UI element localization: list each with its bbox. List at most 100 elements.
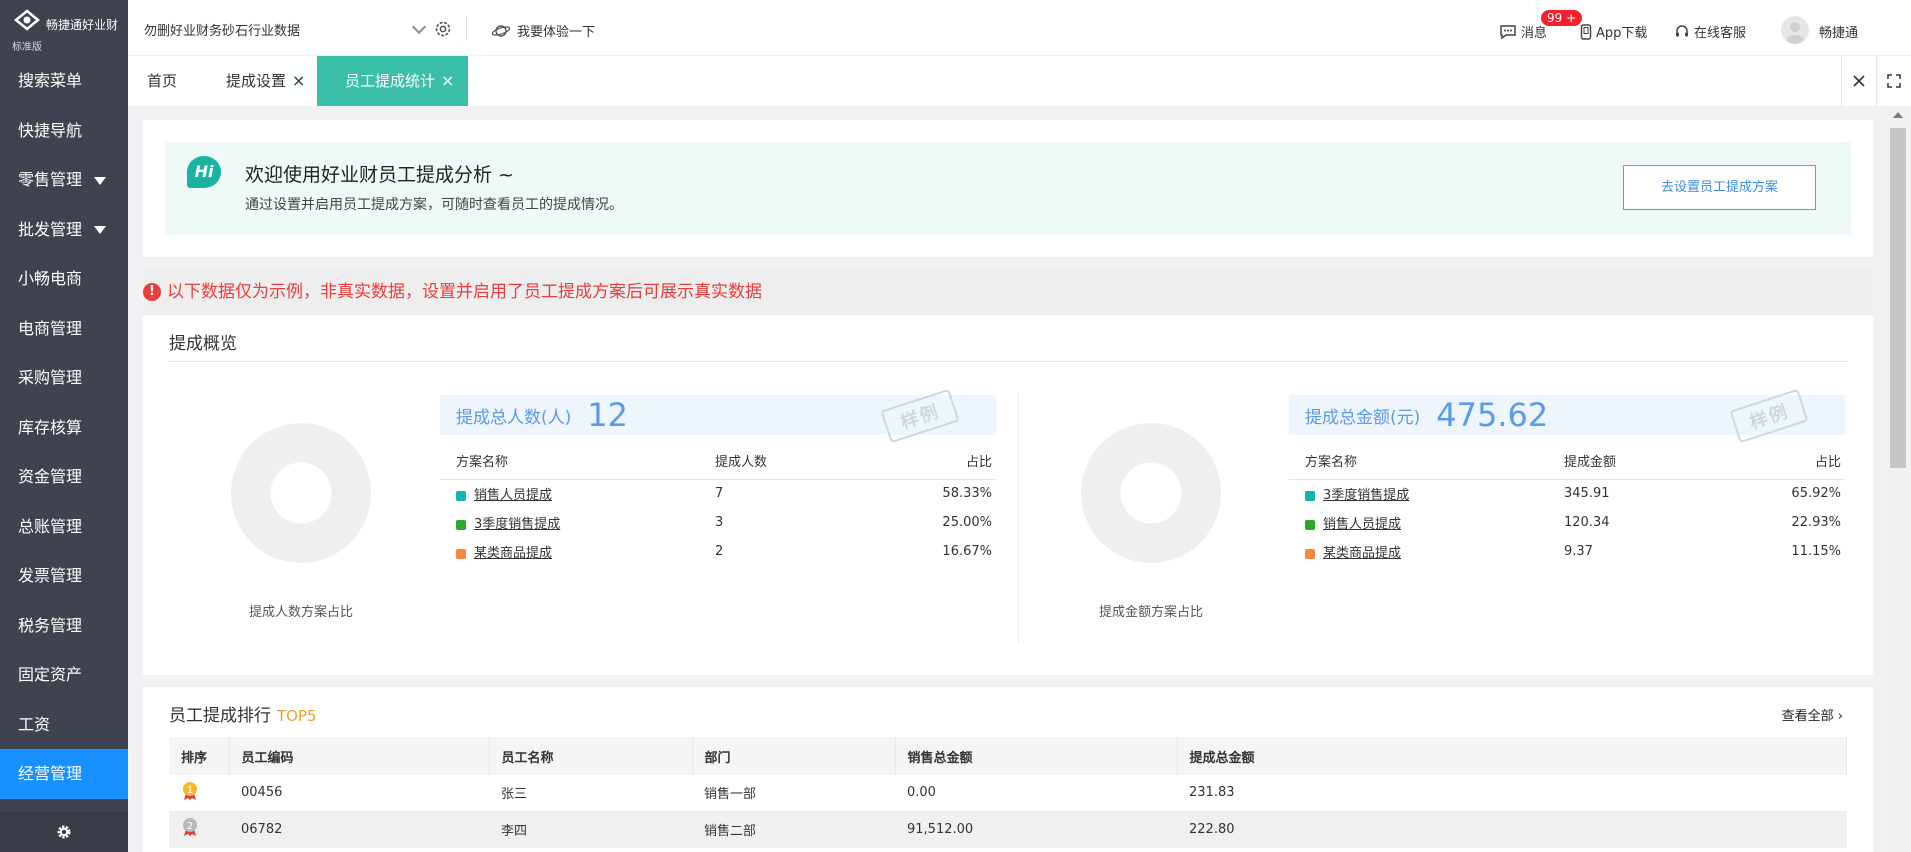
- avatar[interactable]: [1781, 16, 1809, 44]
- menu-item-xiaochang-ecommerce[interactable]: 小畅电商: [0, 254, 128, 304]
- plan-ratio: 16.67%: [942, 544, 992, 559]
- menu-item-salary[interactable]: 工资: [0, 700, 128, 750]
- fullscreen-icon: [1887, 74, 1901, 88]
- commission-total: 231.83: [1177, 775, 1847, 812]
- planet-icon: [491, 24, 511, 37]
- plan-link[interactable]: 销售人员提成: [474, 488, 552, 503]
- menu-item-operations[interactable]: 经营管理: [0, 749, 128, 799]
- messages-button[interactable]: 消息: [1499, 22, 1547, 41]
- main-menu: 搜索菜单 快捷导航 零售管理 批发管理 小畅电商 电商管理 采购管理 库存核算 …: [0, 56, 128, 799]
- tab-label: 员工提成统计: [345, 72, 436, 90]
- plan-amount: 345.91: [1564, 486, 1610, 502]
- plan-link[interactable]: 销售人员提成: [1323, 517, 1401, 532]
- gold-medal-icon: 1: [181, 781, 199, 801]
- menu-item-inventory[interactable]: 库存核算: [0, 403, 128, 453]
- menu-item-invoice[interactable]: 发票管理: [0, 551, 128, 601]
- menu-item-retail[interactable]: 零售管理: [0, 155, 128, 205]
- sales-total: 91,512.00: [895, 811, 1177, 848]
- online-service-label: 在线客服: [1694, 26, 1747, 41]
- chevron-right-icon: ›: [1837, 709, 1843, 724]
- plan-count: 7: [715, 486, 724, 502]
- app-download-label: App下载: [1596, 26, 1648, 41]
- commission-total: 222.80: [1177, 811, 1847, 848]
- amount-panel: 提成总金额(元) 475.62 样例 方案名称 提成金额 占比 3季度销售提成 …: [1289, 388, 1845, 566]
- amount-plan-table: 方案名称 提成金额 占比 3季度销售提成 345.91 65.92% 销售人员提…: [1289, 443, 1845, 566]
- gear-icon[interactable]: [434, 20, 452, 38]
- menu-item-ecommerce[interactable]: 电商管理: [0, 304, 128, 354]
- table-row: 某类商品提成 9.37 11.15%: [1289, 537, 1845, 566]
- page-scrollbar[interactable]: [1885, 106, 1911, 852]
- setup-commission-plan-button[interactable]: 去设置员工提成方案: [1623, 165, 1816, 210]
- try-demo-link[interactable]: 我要体验一下: [491, 21, 595, 40]
- caret-down-icon: [94, 176, 107, 185]
- total-people-label: 提成总人数(人): [456, 407, 572, 428]
- tab-tools: [1841, 56, 1911, 106]
- table-header-row: 方案名称 提成金额 占比: [1289, 443, 1845, 480]
- menu-item-purchase[interactable]: 采购管理: [0, 353, 128, 403]
- column-header: 占比: [1702, 443, 1845, 480]
- plan-link[interactable]: 3季度销售提成: [1323, 488, 1409, 503]
- legend-swatch: [456, 490, 466, 501]
- people-panel: 提成总人数(人) 12 样例 方案名称 提成人数 占比 销售人员提成 7 58.…: [440, 388, 996, 566]
- menu-item-funds[interactable]: 资金管理: [0, 452, 128, 502]
- department: 销售二部: [692, 811, 895, 848]
- menu-item-tax[interactable]: 税务管理: [0, 601, 128, 651]
- logo[interactable]: 畅捷通好业财 标准版: [0, 0, 128, 56]
- online-service-button[interactable]: 在线客服: [1674, 22, 1746, 41]
- plan-amount: 9.37: [1564, 544, 1593, 559]
- menu-label: 搜索菜单: [18, 71, 83, 90]
- close-icon[interactable]: ×: [292, 71, 305, 90]
- plan-link[interactable]: 3季度销售提成: [474, 517, 560, 532]
- menu-label: 经营管理: [18, 764, 83, 783]
- plan-ratio: 25.00%: [942, 515, 992, 530]
- svg-text:2: 2: [187, 821, 193, 832]
- menu-item-wholesale[interactable]: 批发管理: [0, 205, 128, 255]
- sidebar-settings-button[interactable]: [0, 812, 128, 852]
- menu-label: 采购管理: [18, 368, 83, 387]
- scrollbar-thumb[interactable]: [1890, 128, 1906, 468]
- ranking-top-label: TOP5: [277, 707, 317, 725]
- people-panel-header: 提成总人数(人) 12 样例: [440, 388, 996, 444]
- legend-swatch: [456, 519, 466, 530]
- tab-commission-settings[interactable]: 提成设置 ×: [226, 56, 305, 106]
- menu-item-search[interactable]: 搜索菜单: [0, 56, 128, 106]
- amount-donut-chart: [1081, 423, 1221, 563]
- welcome-card: Hi 欢迎使用好业财员工提成分析 ~ 通过设置并启用员工提成方案，可随时查看员工…: [143, 120, 1873, 257]
- panel-divider: [1018, 393, 1019, 643]
- employee-name: 张三: [489, 775, 692, 812]
- table-row[interactable]: 2 06782 李四 销售二部 91,512.00 222.80: [169, 811, 1847, 848]
- ranking-title: 员工提成排行 TOP5: [169, 701, 317, 726]
- menu-item-quick-nav[interactable]: 快捷导航: [0, 106, 128, 156]
- close-icon[interactable]: ×: [441, 71, 454, 90]
- menu-item-fixed-assets[interactable]: 固定资产: [0, 650, 128, 700]
- menu-label: 电商管理: [18, 318, 83, 338]
- chevron-down-icon: [411, 19, 427, 34]
- plan-link[interactable]: 某类商品提成: [474, 546, 552, 561]
- table-row[interactable]: 1 00456 张三 销售一部 0.00 231.83: [169, 775, 1847, 812]
- plan-ratio: 22.93%: [1791, 515, 1841, 530]
- commission-overview: 提成概览 提成人数方案占比 提成总人数(人) 12 样例 方案名称 提成人数 占…: [143, 315, 1873, 675]
- user-name[interactable]: 畅捷通: [1819, 22, 1858, 41]
- plan-count: 3: [715, 515, 724, 530]
- close-all-tabs-button[interactable]: [1841, 56, 1876, 106]
- view-all-link[interactable]: 查看全部 ›: [1782, 705, 1843, 724]
- table-header-row: 方案名称 提成人数 占比: [440, 443, 996, 480]
- fullscreen-button[interactable]: [1876, 56, 1911, 106]
- total-people-value: 12: [587, 396, 628, 434]
- column-header: 销售总金额: [895, 737, 1178, 775]
- scroll-up-icon[interactable]: [1893, 112, 1903, 118]
- menu-item-ledger[interactable]: 总账管理: [0, 502, 128, 552]
- app-download-button[interactable]: App下载: [1580, 22, 1647, 41]
- welcome-title: 欢迎使用好业财员工提成分析 ~: [245, 164, 514, 186]
- company-selector[interactable]: 勿删好业财务砂石行业数据: [140, 13, 430, 45]
- tab-home[interactable]: 首页: [147, 56, 177, 106]
- messages-label: 消息: [1521, 26, 1548, 41]
- menu-label: 小畅电商: [18, 269, 83, 288]
- menu-label: 总账管理: [18, 516, 83, 536]
- plan-link[interactable]: 某类商品提成: [1323, 546, 1401, 561]
- column-header: 占比: [853, 443, 996, 480]
- tab-employee-commission-stats[interactable]: 员工提成统计 ×: [317, 56, 469, 106]
- menu-label: 发票管理: [18, 566, 83, 585]
- divider: [169, 361, 1847, 362]
- people-donut-chart: [231, 423, 371, 563]
